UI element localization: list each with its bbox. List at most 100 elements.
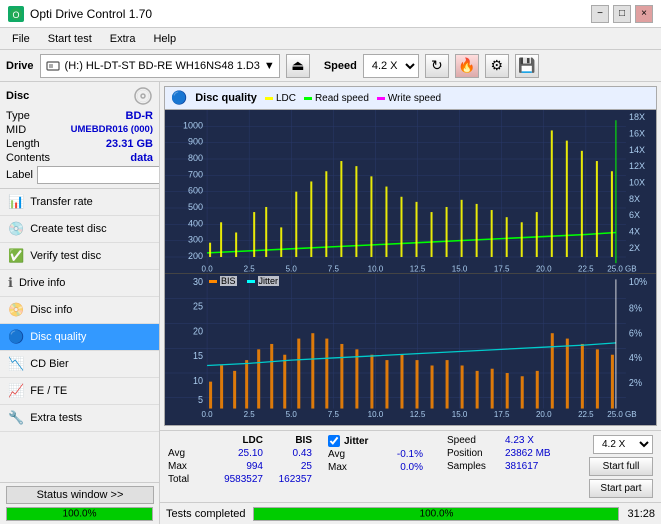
disc-label-input[interactable] [37,166,160,184]
disc-mid-value: UMEBDR016 (000) [71,124,153,136]
sidebar-item-cd-bier[interactable]: 📉 CD Bier [0,351,159,378]
sidebar-item-drive-info-label: Drive info [19,277,65,289]
sidebar-progress-text: 100.0% [63,509,97,520]
menu-extra[interactable]: Extra [102,31,144,47]
position-label: Position [447,448,499,459]
sidebar-item-extra-tests[interactable]: 🔧 Extra tests [0,405,159,432]
position-value: 23862 MB [505,448,555,459]
stats-ldc-header: LDC [208,435,263,446]
sidebar-item-create-test-disc[interactable]: 💿 Create test disc [0,216,159,243]
disc-type-label: Type [6,110,30,122]
drive-icon [45,58,61,74]
menu-help[interactable]: Help [145,31,184,47]
svg-text:8%: 8% [629,304,642,314]
cd-bier-icon: 📉 [8,356,24,372]
save-button[interactable]: 💾 [515,54,539,78]
legend-jitter-label: Jitter [258,276,280,286]
right-stats: Speed 4.23 X Position 23862 MB Samples 3… [447,435,555,472]
sidebar-item-fe-te-label: FE / TE [30,385,67,397]
chart-header: 🔵 Disc quality LDC Read speed Write spee… [165,87,656,110]
lower-chart: BIS Jitter [165,273,656,425]
minimize-button[interactable]: − [591,5,609,23]
fe-te-icon: 📈 [8,383,24,399]
svg-text:400: 400 [188,218,203,228]
bottom-status-text: Tests completed [166,508,245,520]
create-test-disc-icon: 💿 [8,221,24,237]
svg-text:10X: 10X [629,177,645,187]
disc-length-label: Length [6,138,40,150]
maximize-button[interactable]: □ [613,5,631,23]
jitter-checkbox[interactable] [328,435,340,447]
disc-mid-row: MID UMEBDR016 (000) [6,124,153,136]
legend-jitter: Jitter [247,276,280,286]
disc-mid-label: MID [6,124,26,136]
svg-text:900: 900 [188,137,203,147]
sidebar-progress-container: 100.0% [6,507,153,521]
eject-button[interactable]: ⏏ [286,54,310,78]
legend-jitter-color [247,280,255,283]
jitter-avg-row: Avg -0.1% [328,449,423,460]
disc-quality-icon: 🔵 [8,329,24,345]
start-full-button[interactable]: Start full [589,457,653,476]
stats-total-bis: 162357 [267,474,312,485]
chart-header-icon: 🔵 [171,90,187,106]
speed-stat-value: 4.23 X [505,435,555,446]
jitter-max-value: 0.0% [368,462,423,473]
start-part-button[interactable]: Start part [589,479,653,498]
sidebar-item-disc-info[interactable]: 📀 Disc info [0,297,159,324]
svg-text:12.5: 12.5 [410,264,426,273]
titlebar: O Opti Drive Control 1.70 − □ × [0,0,661,28]
close-button[interactable]: × [635,5,653,23]
legend-ldc-label: LDC [276,93,296,104]
stats-total-ldc: 9583527 [208,474,263,485]
samples-value: 381617 [505,461,555,472]
stats-max-bis: 25 [267,461,312,472]
legend-bis: BIS [209,276,237,286]
svg-text:300: 300 [188,235,203,245]
svg-text:6%: 6% [629,328,642,338]
svg-text:17.5: 17.5 [494,409,510,419]
svg-text:4X: 4X [629,226,640,236]
charts-wrapper: 1000 900 800 700 600 500 400 300 200 [165,110,656,425]
stats-headers: LDC BIS [168,435,312,446]
speed-label: Speed [324,60,357,72]
svg-text:14X: 14X [629,145,645,155]
speed-select[interactable]: 4.2 X 2.0 X 8.0 X [363,54,419,78]
sidebar-item-fe-te[interactable]: 📈 FE / TE [0,378,159,405]
svg-text:25.0 GB: 25.0 GB [607,409,637,419]
svg-text:20.0: 20.0 [536,264,552,273]
drive-selector[interactable]: (H:) HL-DT-ST BD-RE WH16NS48 1.D3 ▼ [40,54,280,78]
disc-type-row: Type BD-R [6,110,153,122]
menu-file[interactable]: File [4,31,38,47]
speed-dropdown[interactable]: 4.2 X 2.0 X 8.0 X [593,435,653,454]
sidebar-item-disc-quality[interactable]: 🔵 Disc quality [0,324,159,351]
bottom-progress-container: 100.0% [253,507,619,521]
stats-max-label: Max [168,461,204,472]
svg-text:20.0: 20.0 [536,409,552,419]
menu-start-test[interactable]: Start test [40,31,100,47]
burn-button[interactable]: 🔥 [455,54,479,78]
sidebar-item-transfer-rate[interactable]: 📊 Transfer rate [0,189,159,216]
sidebar-item-create-test-disc-label: Create test disc [30,223,106,235]
disc-length-row: Length 23.31 GB [6,138,153,150]
jitter-header-row: Jitter [328,435,423,447]
stats-avg-ldc: 25.10 [208,448,263,459]
svg-text:10%: 10% [629,277,647,287]
legend-write-speed-color [377,97,385,100]
upper-chart-svg: 1000 900 800 700 600 500 400 300 200 [165,110,656,273]
svg-text:700: 700 [188,169,203,179]
svg-text:7.5: 7.5 [328,264,340,273]
sidebar-item-extra-tests-label: Extra tests [30,412,82,424]
svg-text:200: 200 [188,251,203,261]
sidebar-item-drive-info[interactable]: ℹ Drive info [0,270,159,297]
svg-text:500: 500 [188,202,203,212]
status-window-button[interactable]: Status window >> [6,486,154,504]
legend-bis-label: BIS [220,276,237,286]
refresh-button[interactable]: ↻ [425,54,449,78]
stats-avg-bis: 0.43 [267,448,312,459]
svg-text:16X: 16X [629,128,645,138]
sidebar-item-verify-test-disc[interactable]: ✅ Verify test disc [0,243,159,270]
stats-avg-row: Avg 25.10 0.43 [168,448,312,459]
settings-button[interactable]: ⚙ [485,54,509,78]
svg-text:2.5: 2.5 [244,264,256,273]
